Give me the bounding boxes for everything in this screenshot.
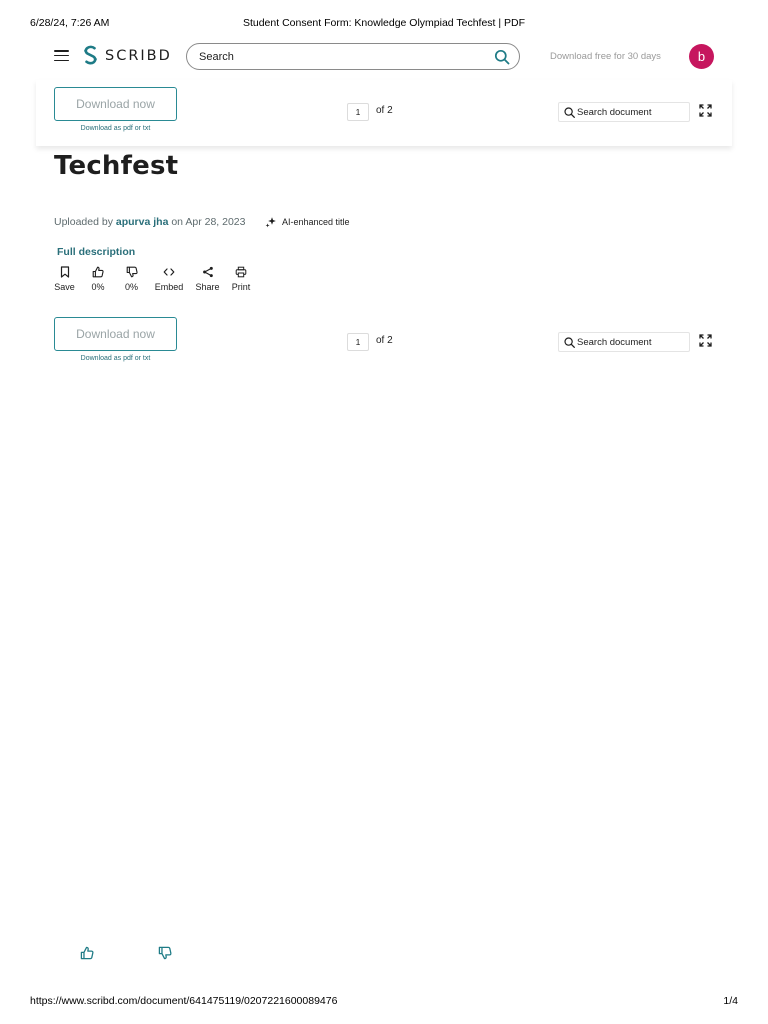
- scribd-logo[interactable]: SCRIBD: [82, 45, 172, 66]
- fullscreen-icon[interactable]: [699, 104, 712, 117]
- ai-enhanced-badge[interactable]: AI-enhanced title: [265, 216, 350, 228]
- save-label: Save: [54, 282, 75, 292]
- share-label: Share: [195, 282, 220, 292]
- free-trial-link[interactable]: Download free for 30 days: [550, 51, 661, 62]
- document-toolbar-bottom: Download now Download as pdf or txt of 2: [0, 317, 768, 365]
- top-navigation: SCRIBD Download free for 30 days b: [0, 40, 768, 74]
- document-search-input[interactable]: [577, 106, 687, 118]
- site-search-box[interactable]: [186, 43, 520, 70]
- thumbs-up-icon[interactable]: [80, 946, 94, 960]
- save-button[interactable]: Save: [50, 266, 79, 292]
- like-button[interactable]: 0%: [80, 266, 116, 292]
- page-url: https://www.scribd.com/document/64147511…: [30, 995, 338, 1007]
- download-now-button[interactable]: Download now: [54, 317, 177, 351]
- fullscreen-icon[interactable]: [699, 334, 712, 347]
- search-icon: [564, 336, 575, 348]
- print-header: 6/28/24, 7:26 AM Student Consent Form: K…: [30, 17, 738, 31]
- print-label: Print: [231, 282, 251, 292]
- like-percent: 0%: [91, 282, 105, 292]
- download-format-note: Download as pdf or txt: [80, 125, 151, 132]
- logo-text: SCRIBD: [105, 47, 172, 64]
- download-now-button[interactable]: Download now: [54, 87, 177, 121]
- embed-icon: [163, 268, 175, 276]
- search-icon: [564, 106, 575, 118]
- search-icon[interactable]: [494, 49, 510, 65]
- embed-label: Embed: [154, 282, 184, 292]
- site-search-input[interactable]: [199, 50, 494, 63]
- dislike-button[interactable]: 0%: [116, 266, 147, 292]
- uploaded-by-label: Uploaded by: [54, 216, 113, 228]
- document-actions: Save 0% 0% Embed Share Print: [50, 266, 258, 292]
- full-description-link[interactable]: Full description: [57, 246, 135, 258]
- document-toolbar-top: Download now Download as pdf or txt of 2: [0, 87, 768, 135]
- author-link[interactable]: apurva jha: [116, 216, 169, 228]
- thumbs-down-icon: [126, 266, 138, 278]
- thumbs-down-icon[interactable]: [158, 946, 172, 960]
- print-footer: https://www.scribd.com/document/64147511…: [30, 995, 738, 1009]
- dislike-percent: 0%: [124, 282, 138, 292]
- page-number-input[interactable]: [347, 103, 369, 121]
- embed-button[interactable]: Embed: [147, 266, 191, 292]
- thumbs-up-icon: [92, 266, 104, 278]
- document-search-box[interactable]: [558, 102, 690, 122]
- document-search-input[interactable]: [577, 336, 687, 348]
- print-icon: [235, 266, 247, 278]
- upload-info: Uploaded by apurva jha on Apr 28, 2023: [54, 216, 246, 228]
- print-button[interactable]: Print: [224, 266, 258, 292]
- upload-date: on Apr 28, 2023: [171, 216, 246, 228]
- share-button[interactable]: Share: [191, 266, 224, 292]
- user-avatar[interactable]: b: [689, 44, 714, 69]
- page-number-input[interactable]: [347, 333, 369, 351]
- document-search-box[interactable]: [558, 332, 690, 352]
- page-total: of 2: [376, 105, 393, 116]
- hamburger-menu-icon[interactable]: [54, 50, 69, 62]
- page-total: of 2: [376, 335, 393, 346]
- document-title: Techfest: [54, 151, 179, 181]
- bookmark-icon: [60, 266, 69, 278]
- scribd-logo-icon: [84, 45, 97, 65]
- share-icon: [202, 266, 213, 278]
- sparkle-icon: [265, 217, 276, 228]
- download-format-note: Download as pdf or txt: [80, 355, 151, 362]
- print-page-number: 1/4: [723, 995, 738, 1007]
- ai-badge-label: AI-enhanced title: [282, 217, 350, 227]
- print-title: Student Consent Form: Knowledge Olympiad…: [242, 17, 526, 29]
